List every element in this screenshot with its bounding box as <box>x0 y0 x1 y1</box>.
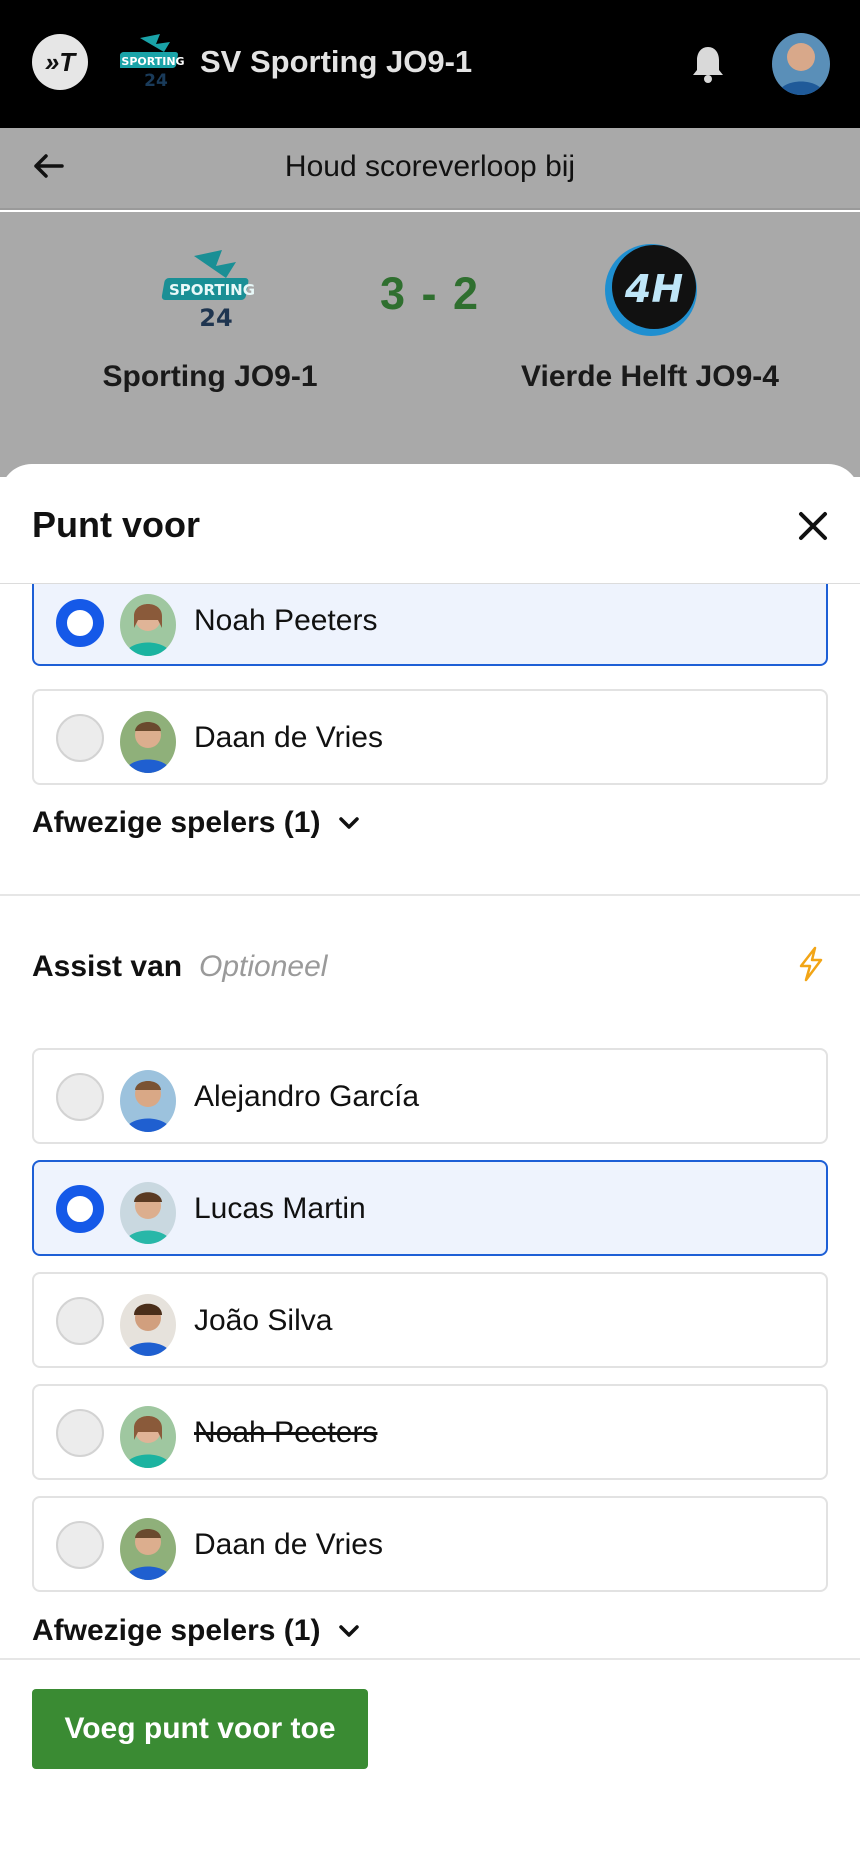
match-score: 3 - 2 <box>379 268 481 319</box>
bottom-sheet: Punt voor Noah Peeters Daan de Vries Afw… <box>0 464 860 1864</box>
radio-button[interactable] <box>56 1521 104 1569</box>
assist-option-noah-peeters[interactable]: Noah Peeters <box>32 1384 828 1480</box>
assist-option-joao-silva[interactable]: João Silva <box>32 1272 828 1368</box>
page-header: Houd scoreverloop bij <box>0 128 860 210</box>
sheet-title: Punt voor <box>32 504 200 545</box>
bell-icon[interactable] <box>690 44 726 84</box>
optional-label: Optioneel <box>199 950 328 983</box>
radio-button[interactable] <box>56 1297 104 1345</box>
radio-button[interactable] <box>56 599 104 647</box>
player-name: Noah Peeters <box>194 604 378 637</box>
section-divider <box>0 894 860 896</box>
home-team-name: Sporting JO9-1 <box>102 360 318 393</box>
chevron-down-icon <box>339 1625 360 1637</box>
scorer-option-daan-de-vries[interactable]: Daan de Vries <box>32 689 828 785</box>
avatar <box>120 711 176 773</box>
assist-option-alejandro-garcia[interactable]: Alejandro García <box>32 1048 828 1144</box>
player-name: Daan de Vries <box>194 721 383 754</box>
avatar <box>120 594 176 656</box>
add-point-button[interactable]: Voeg punt voor toe <box>32 1689 368 1769</box>
absent-players-toggle[interactable]: Afwezige spelers (1) <box>32 1614 360 1648</box>
scorer-option-noah-peeters[interactable]: Noah Peeters <box>32 584 828 666</box>
close-icon[interactable] <box>793 506 833 546</box>
radio-button[interactable] <box>56 1185 104 1233</box>
assist-option-daan-de-vries[interactable]: Daan de Vries <box>32 1496 828 1592</box>
player-name: Noah Peeters <box>194 1416 378 1449</box>
absent-players-toggle[interactable]: Afwezige spelers (1) <box>32 806 360 840</box>
away-team-crest-icon: 4H <box>605 244 697 336</box>
assist-option-lucas-martin[interactable]: Lucas Martin <box>32 1160 828 1256</box>
section-divider <box>0 1658 860 1660</box>
svg-text:4H: 4H <box>624 267 683 311</box>
assist-label: Assist van <box>32 950 183 983</box>
avatar <box>120 1294 176 1356</box>
avatar <box>120 1070 176 1132</box>
avatar <box>120 1182 176 1244</box>
svg-text:24: 24 <box>144 71 168 91</box>
radio-button[interactable] <box>56 714 104 762</box>
page-title: Houd scoreverloop bij <box>284 150 576 183</box>
radio-button[interactable] <box>56 1409 104 1457</box>
scoreboard: SPORTING 24 3 - 2 4H Sporting JO9-1 Vier… <box>0 212 860 437</box>
lightning-icon[interactable] <box>796 946 826 982</box>
player-name: Lucas Martin <box>194 1192 366 1225</box>
away-team-name: Vierde Helft JO9-4 <box>521 360 779 393</box>
player-name: Alejandro García <box>194 1080 420 1113</box>
club-crest-icon: SPORTING 24 <box>120 34 185 91</box>
avatar <box>120 1406 176 1468</box>
radio-button[interactable] <box>56 1073 104 1121</box>
absent-players-label: Afwezige spelers (1) <box>32 806 321 839</box>
app-bar: »T SPORTING 24 SV Sporting JO9-1 <box>0 0 860 128</box>
avatar <box>120 1518 176 1580</box>
user-avatar[interactable] <box>772 33 830 95</box>
chevron-down-icon <box>339 817 360 829</box>
team-name[interactable]: SV Sporting JO9-1 <box>200 44 472 80</box>
app-logo-text: »T <box>44 46 76 77</box>
player-name: Daan de Vries <box>194 1528 383 1561</box>
absent-players-label: Afwezige spelers (1) <box>32 1614 321 1647</box>
player-name: João Silva <box>194 1304 333 1337</box>
app-logo-icon[interactable]: »T <box>32 34 88 90</box>
svg-text:SPORTING: SPORTING <box>121 55 184 68</box>
